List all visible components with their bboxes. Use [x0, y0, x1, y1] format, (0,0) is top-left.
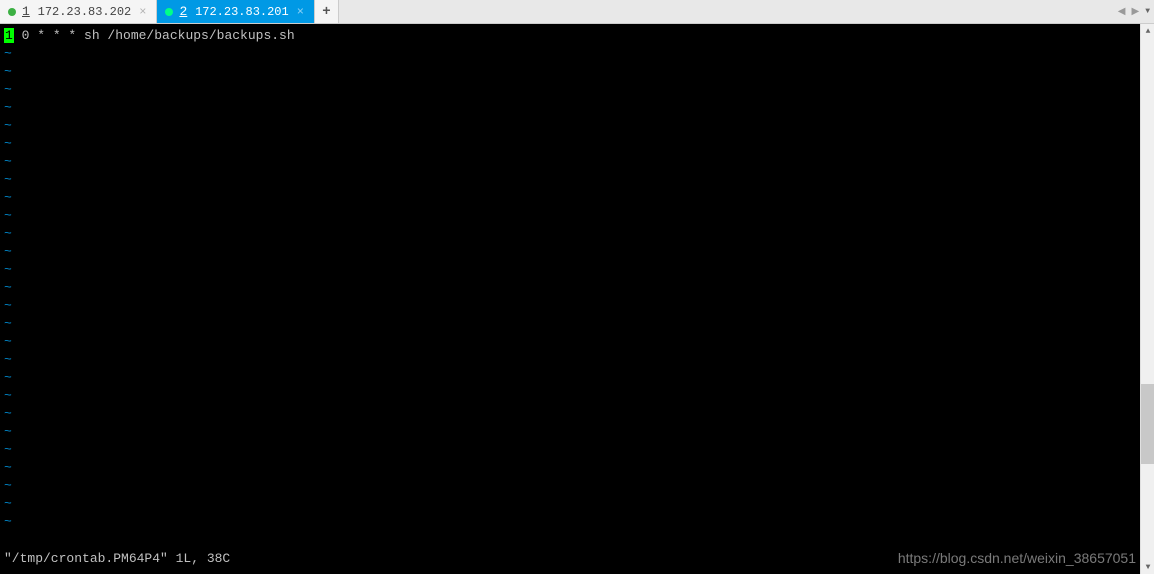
tab-item-1[interactable]: 1 172.23.83.202 × — [0, 0, 157, 23]
empty-line: ~ — [4, 45, 1136, 63]
empty-line: ~ — [4, 153, 1136, 171]
scroll-thumb[interactable] — [1141, 384, 1154, 464]
editor-line: 1 0 * * * sh /home/backups/backups.sh — [4, 27, 1136, 45]
empty-line: ~ — [4, 405, 1136, 423]
empty-lines: ~~~~~~~~~~~~~~~~~~~~~~~~~~~ — [4, 45, 1136, 531]
tab-item-2[interactable]: 2 172.23.83.201 × — [157, 0, 314, 23]
terminal[interactable]: 1 0 * * * sh /home/backups/backups.sh ~~… — [0, 24, 1140, 574]
empty-line: ~ — [4, 459, 1136, 477]
tab-label: 2 172.23.83.201 — [179, 4, 288, 19]
empty-line: ~ — [4, 315, 1136, 333]
empty-line: ~ — [4, 207, 1136, 225]
empty-line: ~ — [4, 117, 1136, 135]
nav-right-icon[interactable]: ▶ — [1131, 6, 1139, 18]
close-icon[interactable]: × — [295, 6, 306, 18]
empty-line: ~ — [4, 243, 1136, 261]
empty-line: ~ — [4, 477, 1136, 495]
empty-line: ~ — [4, 171, 1136, 189]
scroll-down-icon[interactable]: ▼ — [1141, 560, 1154, 574]
status-dot-icon — [8, 8, 16, 16]
terminal-container: 1 0 * * * sh /home/backups/backups.sh ~~… — [0, 24, 1154, 574]
tab-label: 1 172.23.83.202 — [22, 4, 131, 19]
empty-line: ~ — [4, 63, 1136, 81]
cursor: 1 — [4, 28, 14, 43]
scroll-up-icon[interactable]: ▲ — [1141, 24, 1154, 38]
empty-line: ~ — [4, 513, 1136, 531]
empty-line: ~ — [4, 387, 1136, 405]
empty-line: ~ — [4, 441, 1136, 459]
tab-ip: 172.23.83.202 — [38, 5, 132, 19]
tab-number: 1 — [22, 4, 30, 19]
empty-line: ~ — [4, 351, 1136, 369]
empty-line: ~ — [4, 495, 1136, 513]
tab-nav-controls: ◀ ▶ ▼ — [1118, 0, 1150, 23]
empty-line: ~ — [4, 369, 1136, 387]
tab-ip: 172.23.83.201 — [195, 5, 289, 19]
status-bar: "/tmp/crontab.PM64P4" 1L, 38C — [4, 550, 230, 568]
empty-line: ~ — [4, 99, 1136, 117]
new-tab-button[interactable]: + — [315, 0, 339, 23]
empty-line: ~ — [4, 261, 1136, 279]
empty-line: ~ — [4, 297, 1136, 315]
tab-bar: 1 172.23.83.202 × 2 172.23.83.201 × + ◀ … — [0, 0, 1154, 24]
empty-line: ~ — [4, 135, 1136, 153]
empty-line: ~ — [4, 81, 1136, 99]
close-icon[interactable]: × — [137, 6, 148, 18]
line-content: 0 * * * sh /home/backups/backups.sh — [14, 28, 295, 43]
empty-line: ~ — [4, 279, 1136, 297]
tab-dropdown-icon[interactable]: ▼ — [1145, 7, 1150, 16]
empty-line: ~ — [4, 189, 1136, 207]
empty-line: ~ — [4, 225, 1136, 243]
empty-line: ~ — [4, 423, 1136, 441]
empty-line: ~ — [4, 333, 1136, 351]
scrollbar[interactable]: ▲ ▼ — [1140, 24, 1154, 574]
nav-left-icon[interactable]: ◀ — [1118, 6, 1126, 18]
status-dot-icon — [165, 8, 173, 16]
tab-number: 2 — [179, 4, 187, 19]
